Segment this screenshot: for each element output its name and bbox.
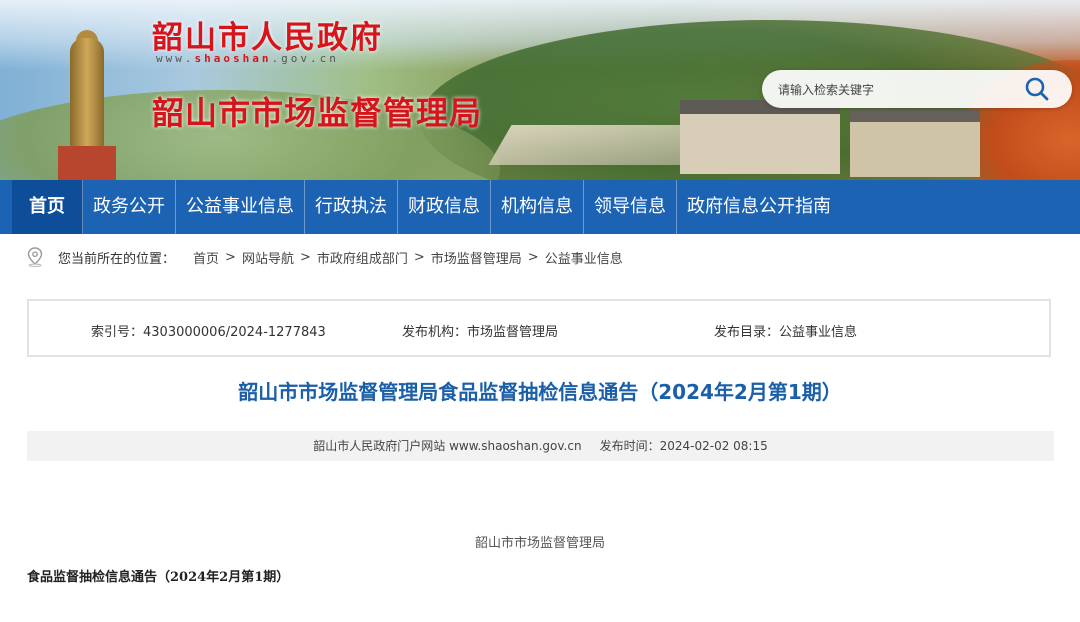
breadcrumb-label: 您当前所在的位置： bbox=[58, 251, 176, 267]
meta-index-label: 索引号： bbox=[91, 325, 144, 340]
search-box bbox=[762, 70, 1072, 108]
publish-date-label: 发布时间： bbox=[599, 439, 660, 453]
document-meta-box: 索引号：4303000006/2024-1277843 发布机构：市场监督管理局… bbox=[27, 299, 1051, 357]
meta-publisher: 发布机构：市场监督管理局 bbox=[402, 321, 558, 340]
search-button[interactable] bbox=[1024, 76, 1050, 102]
breadcrumb-separator: > bbox=[527, 249, 539, 265]
banner-house bbox=[680, 100, 840, 174]
article-source-bar: 韶山市人民政府门户网站 www.shaoshan.gov.cn 发布时间：2024… bbox=[27, 431, 1054, 461]
statue-image bbox=[70, 38, 104, 148]
nav-item-finance[interactable]: 财政信息 bbox=[398, 180, 491, 234]
breadcrumb-site-nav[interactable]: 网站导航 bbox=[242, 248, 294, 267]
breadcrumb-separator: > bbox=[413, 249, 425, 265]
statue-pedestal bbox=[58, 146, 116, 180]
search-icon bbox=[1025, 77, 1049, 101]
body-organization: 韶山市市场监督管理局 bbox=[474, 536, 605, 551]
nav-item-disclosure-guide[interactable]: 政府信息公开指南 bbox=[677, 180, 841, 234]
meta-catalog-label: 发布目录： bbox=[714, 325, 780, 340]
breadcrumb-public-welfare[interactable]: 公益事业信息 bbox=[545, 248, 623, 267]
meta-catalog-value: 公益事业信息 bbox=[779, 325, 858, 340]
main-nav: 首页 政务公开 公益事业信息 行政执法 财政信息 机构信息 领导信息 政府信息公… bbox=[0, 180, 1080, 234]
article-title: 韶山市市场监督管理局食品监督抽检信息通告（2024年2月第1期） bbox=[238, 380, 842, 404]
meta-index-value: 4303000006/2024-1277843 bbox=[143, 325, 326, 340]
header-banner: 韶山市人民政府 www.shaoshan.gov.cn 韶山市市场监督管理局 bbox=[0, 0, 1080, 180]
breadcrumb-separator: > bbox=[225, 249, 236, 265]
site-title[interactable]: 韶山市人民政府 bbox=[152, 12, 383, 57]
site-url: www.shaoshan.gov.cn bbox=[156, 52, 339, 65]
meta-index: 索引号：4303000006/2024-1277843 bbox=[91, 321, 326, 340]
banner-house-2 bbox=[850, 110, 980, 177]
meta-publisher-label: 发布机构： bbox=[402, 325, 468, 340]
nav-item-gov-affairs[interactable]: 政务公开 bbox=[83, 180, 176, 234]
nav-item-leaders[interactable]: 领导信息 bbox=[584, 180, 677, 234]
nav-item-public-welfare[interactable]: 公益事业信息 bbox=[176, 180, 305, 234]
breadcrumb-market-bureau[interactable]: 市场监督管理局 bbox=[431, 248, 522, 267]
location-pin-icon bbox=[27, 247, 43, 267]
site-url-suffix: .gov.cn bbox=[271, 52, 339, 65]
nav-item-organization[interactable]: 机构信息 bbox=[491, 180, 584, 234]
dept-title: 韶山市市场监督管理局 bbox=[152, 94, 483, 132]
site-url-prefix: www. bbox=[156, 52, 195, 65]
meta-publisher-value: 市场监督管理局 bbox=[467, 325, 559, 340]
nav-item-law-enforcement[interactable]: 行政执法 bbox=[305, 180, 398, 234]
breadcrumb-departments[interactable]: 市政府组成部门 bbox=[317, 248, 408, 267]
search-input[interactable] bbox=[776, 79, 1010, 101]
breadcrumb-separator: > bbox=[299, 249, 311, 265]
nav-item-home[interactable]: 首页 bbox=[12, 180, 83, 234]
publish-date: 2024-02-02 08:15 bbox=[659, 439, 768, 453]
site-url-highlight: shaoshan bbox=[194, 52, 272, 65]
meta-catalog: 发布目录：公益事业信息 bbox=[714, 321, 857, 340]
article-source: 韶山市人民政府门户网站 www.shaoshan.gov.cn bbox=[313, 439, 582, 453]
breadcrumb: 您当前所在的位置： 首页 > 网站导航 > 市政府组成部门 > 市场监督管理局 … bbox=[26, 246, 623, 268]
body-subtitle: 食品监督抽检信息通告（2024年2月第1期） bbox=[27, 570, 290, 585]
breadcrumb-home[interactable]: 首页 bbox=[193, 248, 219, 267]
